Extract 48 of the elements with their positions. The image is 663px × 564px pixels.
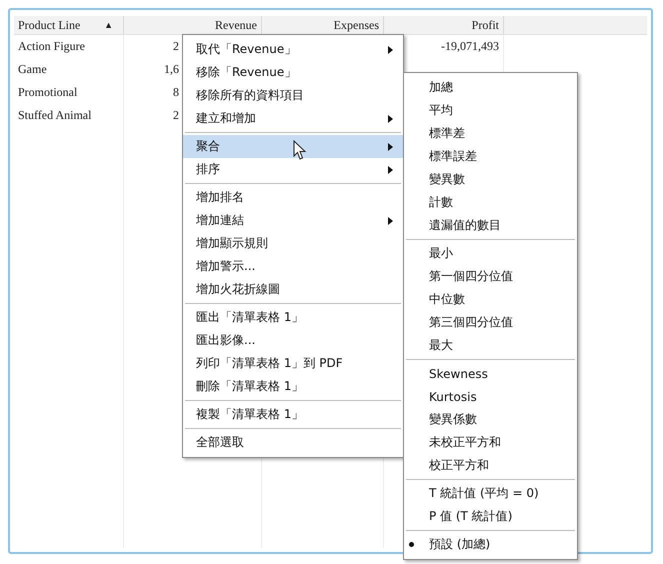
table-cell: 1,6 [164,62,179,77]
menu-item[interactable]: 標準誤差 [404,145,577,168]
menu-item[interactable]: 中位數 [404,288,577,311]
mouse-cursor-icon [293,140,307,161]
menu-item[interactable]: 聚合 [183,135,403,158]
menu-item[interactable]: 匯出「清單表格 1」 [183,306,403,329]
menu-item[interactable]: 第三個四分位值 [404,311,577,334]
menu-item[interactable]: 複製「清單表格 1」 [183,403,403,426]
menu-item[interactable]: 標準差 [404,122,577,145]
menu-item[interactable]: 匯出影像... [183,329,403,352]
table-cell: 2 [173,108,179,123]
menu-item[interactable]: 預設 (加總) [404,533,577,556]
menu-item[interactable]: 移除「Revenue」 [183,61,403,84]
table-cell: 8 [173,85,179,100]
menu-item[interactable]: 取代「Revenue」 [183,38,403,61]
menu-item[interactable]: 列印「清單表格 1」到 PDF [183,352,403,375]
menu-item[interactable]: 變異係數 [404,408,577,431]
table-cell: 2 [173,39,179,54]
menu-item[interactable]: 變異數 [404,168,577,191]
menu-item[interactable]: 第一個四分位值 [404,265,577,288]
table-cell: Action Figure [18,39,85,54]
menu-item[interactable]: 增加火花折線圖 [183,278,403,301]
menu-item[interactable]: 移除所有的資料項目 [183,84,403,107]
menu-item[interactable]: 增加連結 [183,209,403,232]
menu-item[interactable]: Kurtosis [404,385,577,408]
menu-item[interactable]: 計數 [404,191,577,214]
table-cell: -19,071,493 [441,39,499,54]
menu-item[interactable]: Skewness [404,362,577,385]
menu-item[interactable]: 未校正平方和 [404,431,577,454]
menu-item[interactable]: 增加顯示規則 [183,232,403,255]
menu-item[interactable]: 增加排名 [183,186,403,209]
menu-item[interactable]: 加總 [404,76,577,99]
menu-item[interactable]: 最小 [404,242,577,265]
column-header[interactable]: Product Line ▲ [14,16,124,34]
menu-item[interactable]: T 統計值 (平均 = 0) [404,482,577,505]
menu-item[interactable]: 刪除「清單表格 1」 [183,375,403,398]
table-cell: Promotional [18,85,78,100]
menu-item[interactable]: 最大 [404,334,577,357]
table-cell: Stuffed Animal [18,108,92,123]
menu-item[interactable]: 建立和增加 [183,107,403,130]
menu-item[interactable]: 排序 [183,158,403,181]
menu-item[interactable]: 遺漏值的數目 [404,214,577,237]
menu-item[interactable]: 增加警示... [183,255,403,278]
table-cell: Game [18,62,47,77]
menu-item[interactable]: 校正平方和 [404,454,577,477]
menu-item[interactable]: P 值 (T 統計值) [404,505,577,528]
menu-item[interactable]: 全部選取 [183,431,403,454]
menu-item[interactable]: 平均 [404,99,577,122]
